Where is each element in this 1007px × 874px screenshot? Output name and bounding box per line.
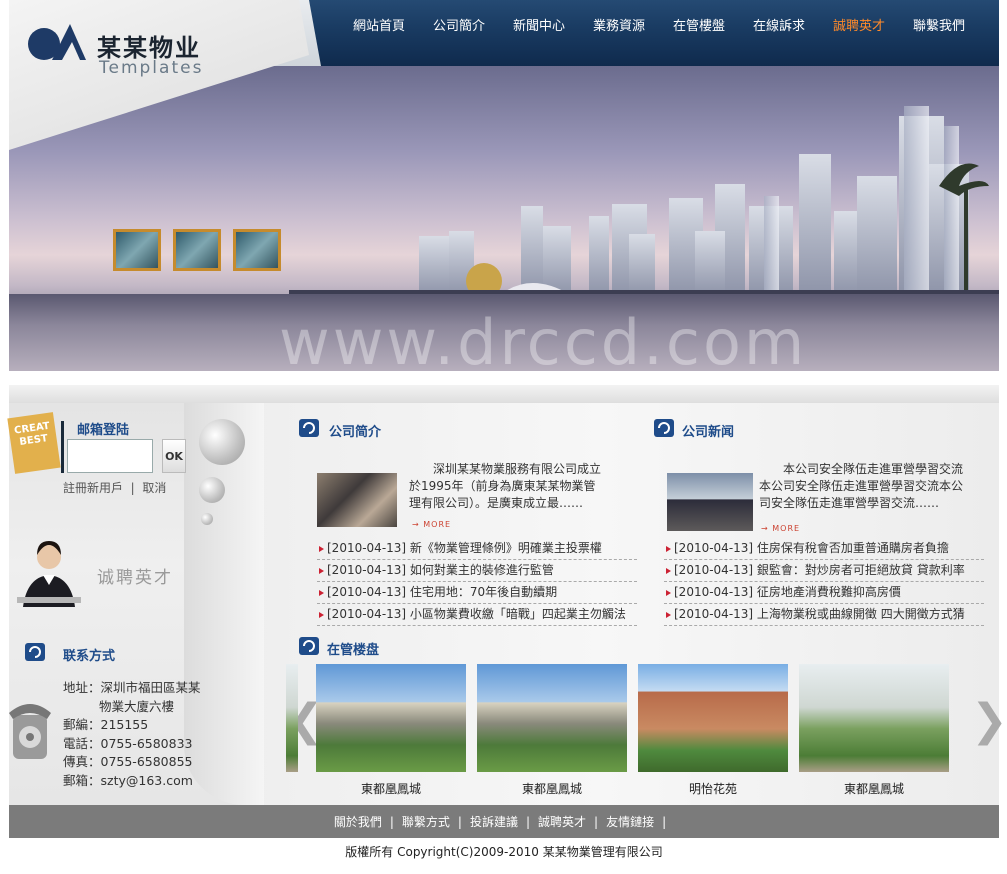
address-label: 地址：: [63, 680, 101, 695]
footer-separator: |: [389, 814, 394, 829]
intro-news-item[interactable]: [2010-04-13] 新《物業管理條例》明確業主投票權: [317, 538, 637, 560]
footer-link[interactable]: 關於我們: [334, 813, 382, 830]
email-address[interactable]: 郵箱：szty@163.com: [63, 772, 201, 791]
login-accent-bar: [61, 421, 64, 473]
decor-circle-large: [199, 419, 245, 465]
property-photo[interactable]: [638, 664, 788, 772]
phone-number: 電話：0755-6580833: [63, 735, 193, 751]
nav-item-6[interactable]: 誠聘英才: [819, 15, 899, 34]
intro-summary: 深圳某某物業服務有限公司成立於1995年（前身為廣東某某物業管理有限公司）。是廣…: [409, 462, 602, 510]
intro-news-item[interactable]: [2010-04-13] 小區物業費收繳「暗戰」四起業主勿觸法: [317, 604, 637, 626]
intro-heading-icon: [299, 419, 319, 437]
nav-item-2[interactable]: 新聞中心: [499, 15, 579, 34]
nav-item-3[interactable]: 業務資源: [579, 15, 659, 34]
receptionist-image: [17, 541, 81, 607]
nav-items: 網站首頁 公司簡介 新聞中心 業務資源 在管樓盤 在線訴求 誠聘英才 聯繫我們: [339, 15, 979, 34]
main-content: CREAT BEST 邮箱登陆 OK 註冊新用戶 | 取消 诚聘英才 联系方式 …: [7, 403, 1007, 805]
news-more-label: MORE: [772, 524, 801, 533]
decor-circle-small: [201, 513, 213, 525]
company-intro-photo: [317, 473, 397, 527]
divider: [9, 385, 999, 403]
property-photo[interactable]: [799, 664, 949, 772]
cancel-link[interactable]: 取消: [142, 481, 166, 495]
postcode: 郵編：215155: [63, 717, 149, 732]
news-heading-icon: [654, 419, 674, 437]
intro-news-item[interactable]: [2010-04-13] 如何對業主的裝修進行監管: [317, 560, 637, 582]
nav-item-5[interactable]: 在線訴求: [739, 15, 819, 34]
property-card[interactable]: 東都凰鳳城: [477, 664, 627, 797]
news-summary: 本公司安全隊伍走進軍營學習交流本公司安全隊伍走進軍營學習交流本公司安全隊伍走進軍…: [759, 462, 964, 510]
address-line-2: 物業大廈六樓: [99, 698, 175, 714]
banner-thumbnail-2[interactable]: [173, 229, 221, 271]
banner-thumbnail-3[interactable]: [233, 229, 281, 271]
intro-more-link[interactable]: → MORE: [412, 520, 451, 529]
footer-link[interactable]: 友情鏈接: [606, 813, 654, 830]
banner-thumbnails: [113, 229, 281, 271]
banner: www.drccd.com: [9, 66, 999, 371]
creat-best-stamp: CREAT BEST: [7, 412, 61, 474]
property-carousel: 東都凰鳳城 東都凰鳳城 明怡花苑 東都凰鳳城: [286, 664, 949, 799]
property-card[interactable]: 東都凰鳳城: [799, 664, 949, 797]
company_news-news-item[interactable]: [2010-04-13] 征房地產消費稅難抑高房價: [664, 582, 984, 604]
property-card[interactable]: 明怡花苑: [638, 664, 788, 797]
footer-link[interactable]: 投訴建議: [470, 813, 518, 830]
footer-separator: |: [457, 814, 462, 829]
footer-link[interactable]: 誠聘英才: [538, 813, 586, 830]
fax-number: 傳真：0755-6580855: [63, 754, 193, 769]
property-name[interactable]: 東都凰鳳城: [316, 780, 466, 797]
news-title: 公司新闻: [682, 425, 735, 440]
contact-details: 地址：深圳市福田區某某 物業大廈六樓 郵編：215155 電話：0755-658…: [63, 679, 201, 790]
company_news-news-item[interactable]: [2010-04-13] 銀監會：對炒房者可拒絕放貸 貸款利率: [664, 560, 984, 582]
company_news-news-item[interactable]: [2010-04-13] 住房保有稅會否加重普通購房者負擔: [664, 538, 984, 560]
nav-item-1[interactable]: 公司簡介: [419, 15, 499, 34]
page: 網站首頁公司簡介新聞中心業務資源在管樓盤在線訴求誠聘英才聯繫我們: [7, 0, 1007, 874]
property-name[interactable]: 東都凰鳳城: [477, 780, 627, 797]
footer-link[interactable]: 聯繫方式: [402, 813, 450, 830]
left-sidebar: CREAT BEST 邮箱登陆 OK 註冊新用戶 | 取消 诚聘英才 联系方式 …: [7, 403, 264, 805]
property-photo-partial: [286, 664, 298, 772]
nav-item-7[interactable]: 聯繫我們: [899, 15, 979, 34]
banner-watermark: www.drccd.com: [279, 306, 808, 371]
company-news-list: [2010-04-13] 住房保有稅會否加重普通購房者負擔 [2010-04-13…: [664, 538, 984, 626]
intro-more-label: MORE: [423, 520, 452, 529]
email-login-input[interactable]: [67, 439, 153, 473]
register-link[interactable]: 註冊新用戶: [63, 481, 123, 495]
intro-title: 公司简介: [329, 425, 382, 440]
banner-thumbnail-1[interactable]: [113, 229, 161, 271]
company_news-news-item[interactable]: [2010-04-13] 上海物業稅或曲線開徵 四大開徵方式猜: [664, 604, 984, 626]
login-link-separator: |: [130, 481, 135, 495]
footer-nav: 關於我們 | 聯繫方式 | 投訴建議 | 誠聘英才 | 友情鏈接 |: [9, 805, 999, 838]
contact-heading-icon: [25, 643, 45, 661]
property-name[interactable]: 東都凰鳳城: [799, 780, 949, 797]
property-card[interactable]: 東都凰鳳城: [316, 664, 466, 797]
decor-circle-medium: [199, 477, 225, 503]
contact-title: 联系方式: [63, 649, 116, 664]
logo-subtitle: Templates: [99, 58, 204, 78]
main-nav: 網站首頁 公司簡介 新聞中心 業務資源 在管樓盤 在線訴求 誠聘英才 聯繫我們: [309, 0, 999, 66]
company-news-photo: [667, 473, 753, 531]
nav-item-4[interactable]: 在管樓盤: [659, 15, 739, 34]
contact-address-row: 地址：深圳市福田區某某: [63, 679, 201, 698]
copyright: 版權所有 Copyright(C)2009-2010 某某物業管理有限公司: [345, 845, 663, 859]
login-links: 註冊新用戶 | 取消: [63, 479, 166, 496]
telephone-icon: [9, 704, 51, 759]
footer-separator: |: [525, 814, 531, 829]
recruit-link[interactable]: 诚聘英才: [97, 563, 173, 588]
footer-separator: |: [594, 814, 599, 829]
logo-icon: [28, 24, 86, 60]
intro-news-item[interactable]: [2010-04-13] 住宅用地：70年後自動續期: [317, 582, 637, 604]
nav-item-0[interactable]: 網站首頁: [339, 15, 419, 34]
property-photo[interactable]: [316, 664, 466, 772]
login-title: 邮箱登陆: [77, 423, 130, 438]
property-name[interactable]: 明怡花苑: [638, 780, 788, 797]
properties-next-arrow[interactable]: ❯: [971, 695, 1007, 746]
footer-separator: |: [662, 814, 667, 829]
news-more-link[interactable]: → MORE: [761, 524, 800, 533]
address-line-1: 深圳市福田區某某: [100, 680, 201, 695]
login-ok-button[interactable]: OK: [162, 439, 186, 473]
properties-title: 在管楼盘: [327, 643, 380, 658]
properties-heading-icon: [299, 637, 319, 655]
intro-news-list: [2010-04-13] 新《物業管理條例》明確業主投票權 [2010-04-13…: [317, 538, 637, 626]
property-photo[interactable]: [477, 664, 627, 772]
